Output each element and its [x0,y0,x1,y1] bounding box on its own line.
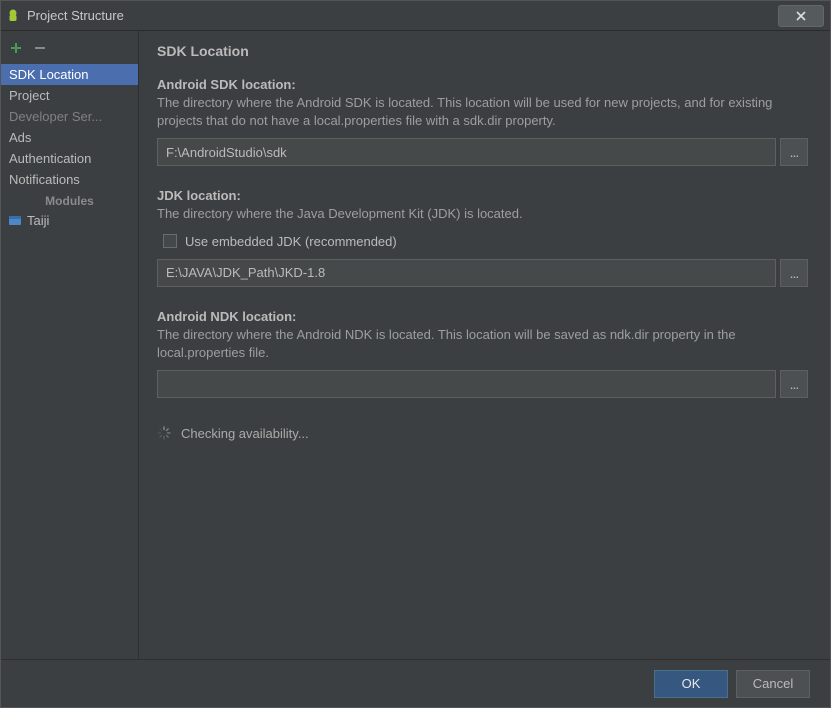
android-ndk-browse-button[interactable]: ... [780,370,808,398]
sidebar-item-authentication[interactable]: Authentication [1,148,138,169]
sidebar-item-label: Notifications [9,172,80,187]
android-ndk-input[interactable] [157,370,776,398]
sidebar-item-sdk-location[interactable]: SDK Location [1,64,138,85]
main-panel: SDK Location Android SDK location: The d… [139,31,830,659]
embedded-jdk-label: Use embedded JDK (recommended) [185,234,397,249]
sidebar-module-taiji[interactable]: Taiji [1,210,138,230]
page-title: SDK Location [157,43,808,59]
ok-button[interactable]: OK [654,670,728,698]
status-row: Checking availability... [157,420,808,441]
spinner-icon [157,426,171,440]
sidebar: SDK Location Project Developer Ser... Ad… [1,31,139,659]
content-area: SDK Location Project Developer Ser... Ad… [1,31,830,659]
cancel-button[interactable]: Cancel [736,670,810,698]
window-title: Project Structure [27,8,778,23]
sidebar-item-label: SDK Location [9,67,89,82]
jdk-group: JDK location: The directory where the Ja… [157,188,808,286]
module-label: Taiji [27,213,49,228]
jdk-input-row: ... [157,259,808,287]
android-ndk-input-row: ... [157,370,808,398]
android-sdk-input[interactable] [157,138,776,166]
close-button[interactable] [778,5,824,27]
jdk-desc: The directory where the Java Development… [157,205,808,223]
dialog-footer: OK Cancel [1,659,830,707]
sidebar-item-notifications[interactable]: Notifications [1,169,138,190]
embedded-jdk-row: Use embedded JDK (recommended) [157,232,808,259]
android-sdk-desc: The directory where the Android SDK is l… [157,94,808,130]
app-icon [5,8,21,24]
status-text: Checking availability... [181,426,309,441]
jdk-input[interactable] [157,259,776,287]
jdk-browse-button[interactable]: ... [780,259,808,287]
titlebar: Project Structure [1,1,830,31]
sidebar-item-label: Project [9,88,49,103]
module-icon [7,212,23,228]
sidebar-item-ads[interactable]: Ads [1,127,138,148]
ok-button-label: OK [682,676,701,691]
sidebar-item-label: Authentication [9,151,91,166]
android-ndk-desc: The directory where the Android NDK is l… [157,326,808,362]
jdk-label: JDK location: [157,188,808,203]
modules-heading: Modules [1,190,138,210]
android-sdk-label: Android SDK location: [157,77,808,92]
sidebar-item-project[interactable]: Project [1,85,138,106]
android-sdk-group: Android SDK location: The directory wher… [157,77,808,166]
add-icon[interactable] [9,41,23,58]
sidebar-item-label: Ads [9,130,31,145]
android-sdk-browse-button[interactable]: ... [780,138,808,166]
android-ndk-label: Android NDK location: [157,309,808,324]
sidebar-item-label: Developer Ser... [9,109,102,124]
android-sdk-input-row: ... [157,138,808,166]
remove-icon[interactable] [33,41,47,58]
sidebar-toolbar [1,41,138,64]
dialog-body: SDK Location Project Developer Ser... Ad… [1,31,830,707]
embedded-jdk-checkbox[interactable] [163,234,177,248]
android-ndk-group: Android NDK location: The directory wher… [157,309,808,398]
project-structure-dialog: Project Structure SDK Location [0,0,831,708]
sidebar-item-developer-services[interactable]: Developer Ser... [1,106,138,127]
cancel-button-label: Cancel [753,676,793,691]
